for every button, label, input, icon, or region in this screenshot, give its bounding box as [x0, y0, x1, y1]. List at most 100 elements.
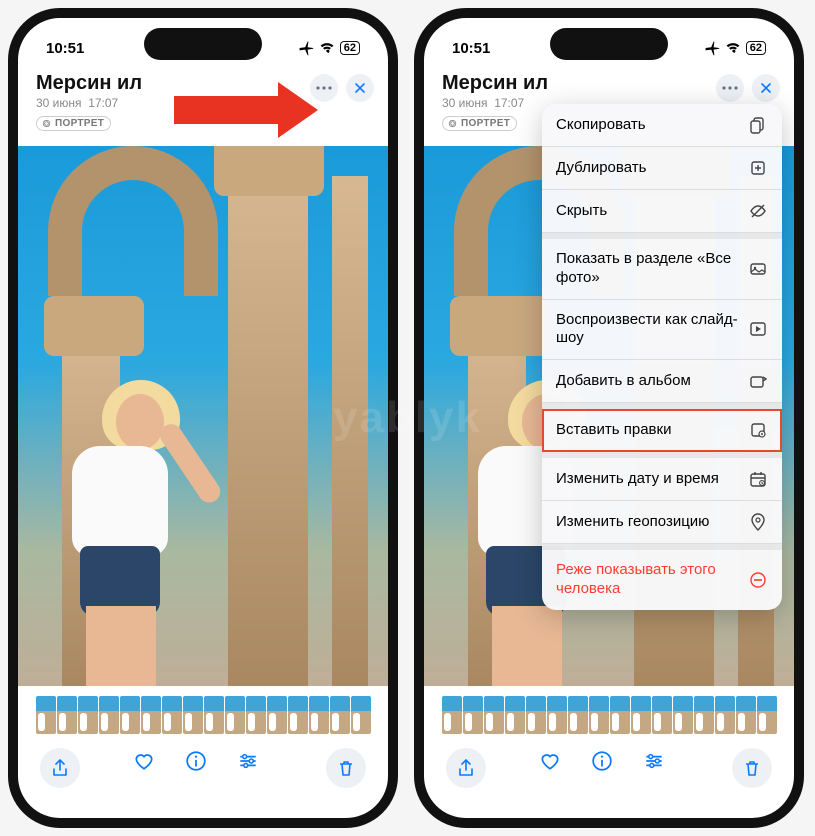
sliders-icon: [643, 750, 665, 772]
thumbnail[interactable]: [330, 696, 350, 734]
battery-level: 62: [746, 41, 766, 55]
thumbnail[interactable]: [610, 696, 630, 734]
thumbnail[interactable]: [99, 696, 119, 734]
context-menu: Скопировать Дублировать Скрыть Показать в р…: [542, 104, 782, 610]
trash-icon: [742, 758, 762, 778]
thumbnail[interactable]: [351, 696, 371, 734]
thumbnail[interactable]: [505, 696, 525, 734]
thumbnail[interactable]: [694, 696, 714, 734]
menu-item-hide[interactable]: Скрыть: [542, 190, 782, 233]
menu-item-label: Показать в разделе «Все фото»: [556, 250, 738, 288]
menu-item-label: Добавить в альбом: [556, 372, 738, 391]
info-button[interactable]: [185, 750, 221, 786]
edit-button[interactable]: [643, 750, 679, 786]
ellipsis-icon: [720, 78, 740, 98]
menu-item-label: Вставить правки: [556, 421, 738, 440]
thumbnail[interactable]: [204, 696, 224, 734]
copy-icon: [748, 115, 768, 135]
wifi-icon: [724, 40, 742, 56]
thumbnail[interactable]: [183, 696, 203, 734]
menu-item-play[interactable]: Воспроизвести как слайд-шоу: [542, 300, 782, 361]
share-button[interactable]: [40, 748, 80, 788]
dynamic-island: [144, 28, 262, 60]
share-icon: [50, 758, 70, 778]
heart-icon: [133, 750, 155, 772]
hide-icon: [748, 201, 768, 221]
trash-icon: [336, 758, 356, 778]
menu-item-copy[interactable]: Скопировать: [542, 104, 782, 147]
heart-icon: [539, 750, 561, 772]
info-icon: [185, 750, 207, 772]
menu-item-album[interactable]: Добавить в альбом: [542, 360, 782, 403]
thumbnail[interactable]: [309, 696, 329, 734]
more-button[interactable]: [716, 74, 744, 102]
thumbnail[interactable]: [568, 696, 588, 734]
airplane-icon: [704, 40, 720, 56]
status-time: 10:51: [46, 40, 84, 57]
thumbnail[interactable]: [57, 696, 77, 734]
delete-button[interactable]: [732, 748, 772, 788]
airplane-icon: [298, 40, 314, 56]
thumbnail[interactable]: [673, 696, 693, 734]
location-icon: [748, 512, 768, 532]
aperture-icon: [447, 118, 458, 129]
thumbnail[interactable]: [757, 696, 777, 734]
thumbnail[interactable]: [547, 696, 567, 734]
thumbnail[interactable]: [225, 696, 245, 734]
menu-item-label: Реже показывать этого человека: [556, 561, 738, 599]
album-icon: [748, 371, 768, 391]
menu-item-duplicate[interactable]: Дублировать: [542, 147, 782, 190]
thumbnail-strip[interactable]: [18, 686, 388, 738]
thumbnail-strip[interactable]: [424, 686, 794, 738]
menu-item-label: Скопировать: [556, 116, 738, 135]
gallery-icon: [748, 259, 768, 279]
thumbnail[interactable]: [484, 696, 504, 734]
thumbnail[interactable]: [267, 696, 287, 734]
thumbnail[interactable]: [78, 696, 98, 734]
menu-item-gallery[interactable]: Показать в разделе «Все фото»: [542, 239, 782, 300]
wifi-icon: [318, 40, 336, 56]
close-button[interactable]: [346, 74, 374, 102]
phone-right: 10:51 62 Мерсин ил 30 июня 17:07 ПОРТРЕТ: [414, 8, 804, 828]
thumbnail[interactable]: [442, 696, 462, 734]
info-button[interactable]: [591, 750, 627, 786]
thumbnail[interactable]: [736, 696, 756, 734]
thumbnail[interactable]: [526, 696, 546, 734]
bottom-toolbar: [18, 738, 388, 806]
close-button[interactable]: [752, 74, 780, 102]
photo-viewer[interactable]: [18, 146, 388, 686]
thumbnail[interactable]: [652, 696, 672, 734]
edit-button[interactable]: [237, 750, 273, 786]
menu-item-label: Изменить дату и время: [556, 470, 738, 489]
share-button[interactable]: [446, 748, 486, 788]
thumbnail[interactable]: [120, 696, 140, 734]
info-icon: [591, 750, 613, 772]
menu-item-calendar[interactable]: Изменить дату и время: [542, 458, 782, 501]
favorite-button[interactable]: [539, 750, 575, 786]
thumbnail[interactable]: [589, 696, 609, 734]
portrait-badge: ПОРТРЕТ: [36, 116, 111, 131]
thumbnail[interactable]: [715, 696, 735, 734]
menu-item-label: Изменить геопозицию: [556, 513, 738, 532]
favorite-button[interactable]: [133, 750, 169, 786]
close-icon: [758, 80, 774, 96]
thumbnail[interactable]: [162, 696, 182, 734]
delete-button[interactable]: [326, 748, 366, 788]
thumbnail[interactable]: [463, 696, 483, 734]
menu-item-label: Дублировать: [556, 159, 738, 178]
thumbnail[interactable]: [246, 696, 266, 734]
thumbnail[interactable]: [36, 696, 56, 734]
duplicate-icon: [748, 158, 768, 178]
close-icon: [352, 80, 368, 96]
menu-item-location[interactable]: Изменить геопозицию: [542, 501, 782, 544]
bottom-toolbar: [424, 738, 794, 806]
thumbnail[interactable]: [141, 696, 161, 734]
thumbnail[interactable]: [631, 696, 651, 734]
menu-item-label: Воспроизвести как слайд-шоу: [556, 311, 738, 349]
location-title: Мерсин ил: [442, 72, 716, 95]
status-time: 10:51: [452, 40, 490, 57]
paste-edit-icon: [748, 420, 768, 440]
thumbnail[interactable]: [288, 696, 308, 734]
menu-item-paste-edit[interactable]: Вставить правки: [542, 409, 782, 452]
menu-item-remove[interactable]: Реже показывать этого человека: [542, 550, 782, 610]
